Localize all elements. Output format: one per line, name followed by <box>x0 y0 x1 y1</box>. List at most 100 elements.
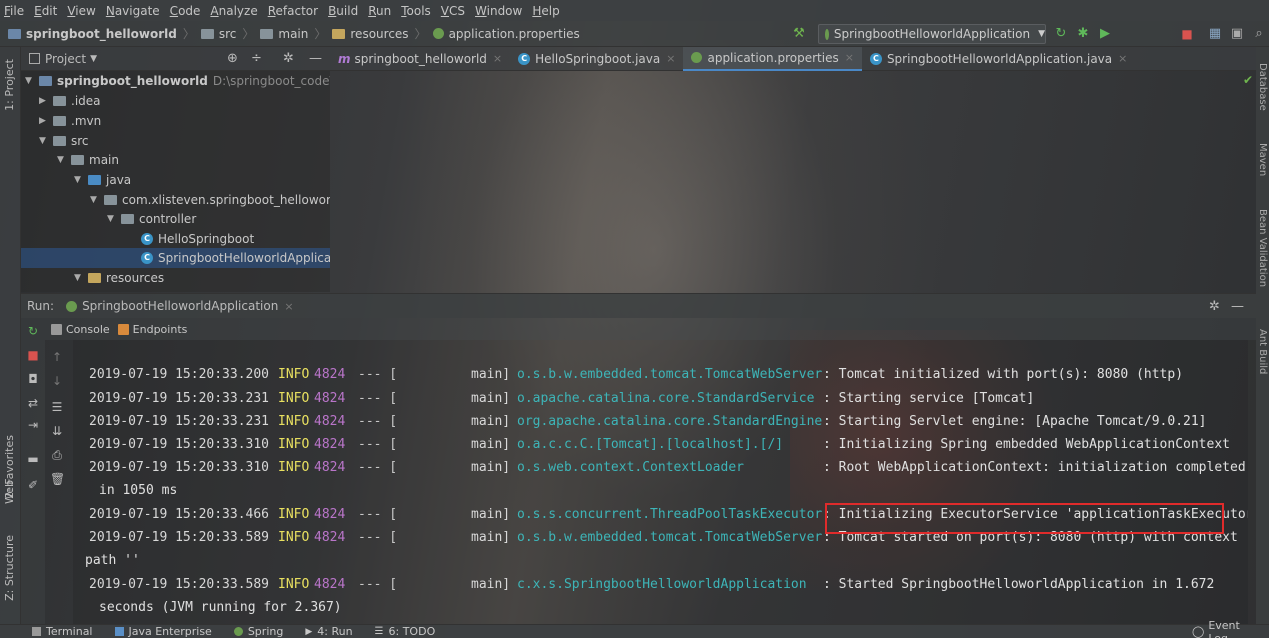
subtab-endpoints[interactable]: Endpoints <box>117 323 187 336</box>
pin-icon[interactable]: ✐ <box>26 478 40 492</box>
project-structure-icon[interactable]: ▦ <box>1208 27 1222 41</box>
status-spring[interactable]: Spring <box>233 625 283 638</box>
menu-view[interactable]: View <box>67 4 95 18</box>
close-icon[interactable]: × <box>845 51 854 64</box>
menu-code[interactable]: Code <box>170 4 201 18</box>
debug-bug-icon[interactable]: ✱ <box>1076 27 1090 41</box>
project-view-icon <box>29 53 40 64</box>
status-run[interactable]: ▶ 4: Run <box>305 625 352 638</box>
menu-analyze[interactable]: Analyze <box>210 4 257 18</box>
camera-icon[interactable]: ◘ <box>26 372 40 386</box>
soft-wrap-icon[interactable]: ☰ <box>50 400 64 414</box>
run-with-coverage-icon[interactable]: ▶ <box>1098 27 1112 41</box>
subtab-console[interactable]: Console <box>51 323 110 336</box>
tab-application-properties[interactable]: application.properties × <box>683 46 862 71</box>
down-arrow-icon[interactable]: ↓ <box>50 374 64 388</box>
tree-item-hellospringboot[interactable]: C HelloSpringboot <box>141 229 254 249</box>
tool-tab-project[interactable]: 1: Project <box>3 59 16 111</box>
status-label: 6: TODO <box>388 625 436 638</box>
menu-vcs[interactable]: VCS <box>441 4 465 18</box>
tree-item-package[interactable]: ▼ com.xlisteven.springboot_helloworld <box>90 190 330 210</box>
java-enterprise-icon <box>114 627 124 636</box>
console-output[interactable]: 2019-07-19 15:20:33.200 INFO 4824 --- [main… <box>73 340 1248 624</box>
locate-icon[interactable]: ⊕ <box>227 51 238 66</box>
right-tool-strip: Database Maven Bean Validation Ant Build <box>1256 47 1269 624</box>
tree-item-application[interactable]: C SpringbootHelloworldApplication <box>141 248 330 268</box>
trash-icon[interactable]: 🗑 <box>50 472 65 486</box>
search-icon[interactable]: ⌕ <box>1252 27 1266 41</box>
menu-navigate[interactable]: Navigate <box>106 4 160 18</box>
stop-icon[interactable]: ■ <box>1180 27 1194 41</box>
tree-item-src[interactable]: ▼ src <box>39 131 89 151</box>
exit-icon[interactable]: ⇥ <box>26 418 40 432</box>
tree-item-main[interactable]: ▼ main <box>57 150 119 170</box>
tool-tab-maven[interactable]: Maven <box>1257 143 1268 176</box>
status-label: Event Log <box>1208 618 1240 638</box>
run-tab-label[interactable]: SpringbootHelloworldApplication <box>82 299 278 313</box>
close-icon[interactable]: × <box>666 52 675 65</box>
menu-help[interactable]: Help <box>532 4 559 18</box>
tab-springboot-helloworld[interactable]: m springboot_helloworld × <box>330 47 510 71</box>
console-icon <box>51 323 62 335</box>
run-label: Run: <box>27 299 55 313</box>
menu-refactor[interactable]: Refactor <box>268 4 318 18</box>
window-icon[interactable]: ▣ <box>1230 27 1244 41</box>
stop-icon[interactable]: ■ <box>26 348 40 362</box>
tree-item-java[interactable]: ▼ java <box>74 170 131 190</box>
gear-icon[interactable]: ✲ <box>283 51 294 66</box>
chevron-down-icon: ▼ <box>1038 29 1045 39</box>
menu-build[interactable]: Build <box>328 4 358 18</box>
status-java-enterprise[interactable]: Java Enterprise <box>114 625 212 638</box>
status-todo[interactable]: ☰ 6: TODO <box>375 625 436 638</box>
rerun-icon[interactable]: ↻ <box>26 324 40 338</box>
run-configuration-selector[interactable]: SpringbootHelloworldApplication ▼ <box>818 24 1046 44</box>
menu-edit[interactable]: Edit <box>34 4 57 18</box>
tab-hellospringboot-java[interactable]: C HelloSpringboot.java × <box>510 47 683 71</box>
tool-tab-web[interactable]: Web <box>3 480 16 504</box>
tree-item-idea[interactable]: ▶ .idea <box>39 91 101 111</box>
threads-icon[interactable]: ⇄ <box>26 396 40 410</box>
breadcrumb-file[interactable]: application.properties <box>432 27 580 41</box>
package-icon <box>121 214 134 224</box>
tool-tab-structure[interactable]: Z: Structure <box>3 535 16 601</box>
subtab-label: Console <box>66 322 110 336</box>
gear-icon[interactable]: ✲ <box>1209 299 1220 314</box>
menu-run[interactable]: Run <box>368 4 391 18</box>
breadcrumb-resources[interactable]: resources <box>332 27 409 41</box>
close-icon[interactable]: × <box>284 300 293 313</box>
scroll-to-end-icon[interactable]: ⇊ <box>50 424 64 438</box>
breadcrumb-project[interactable]: springboot_helloworld <box>8 27 177 41</box>
breadcrumb-main[interactable]: main <box>260 27 308 41</box>
menu-tools[interactable]: Tools <box>401 4 431 18</box>
status-terminal[interactable]: Terminal <box>32 625 93 638</box>
tool-tab-bean-validation[interactable]: Bean Validation <box>1257 209 1268 287</box>
menu-file[interactable]: File <box>4 4 24 18</box>
close-icon[interactable]: × <box>493 52 502 65</box>
hide-icon[interactable]: — <box>1231 299 1244 314</box>
chevron-down-icon[interactable]: ▼ <box>90 54 97 64</box>
hide-icon[interactable]: — <box>309 51 322 66</box>
close-icon[interactable]: × <box>1118 52 1127 65</box>
tree-item-controller[interactable]: ▼ controller <box>107 209 196 229</box>
tool-tab-ant-build[interactable]: Ant Build <box>1257 329 1268 374</box>
print-icon[interactable]: ⎙ <box>50 448 64 462</box>
project-panel-title[interactable]: Project <box>45 52 86 66</box>
console-scrollbar[interactable] <box>1248 340 1256 624</box>
rerun-icon[interactable]: ↻ <box>1054 27 1068 41</box>
folder-icon <box>53 136 66 146</box>
breadcrumb-src[interactable]: src <box>200 27 236 41</box>
run-toolbar: ↻ ■ ◘ ⇄ ⇥ ▬ ✐ <box>21 318 45 624</box>
tree-item-mvn[interactable]: ▶ .mvn <box>39 111 101 131</box>
list-icon: ☰ <box>374 626 384 637</box>
status-event-log[interactable]: ◯ Event Log <box>1192 619 1259 638</box>
tree-item-resources[interactable]: ▼ resources <box>74 268 164 288</box>
build-hammer-icon[interactable]: ⚒ <box>792 27 806 41</box>
tree-item-project[interactable]: ▼ springboot_helloworld D:\springboot_co… <box>25 71 330 91</box>
layout-icon[interactable]: ▬ <box>26 452 40 466</box>
tool-tab-database[interactable]: Database <box>1257 63 1268 111</box>
run-subtabs: Console Endpoints <box>45 318 1256 340</box>
tab-application-java[interactable]: C SpringbootHelloworldApplication.java × <box>862 47 1135 71</box>
collapse-all-icon[interactable]: ÷ <box>251 51 262 66</box>
up-arrow-icon[interactable]: ↑ <box>50 350 64 364</box>
menu-window[interactable]: Window <box>475 4 522 18</box>
